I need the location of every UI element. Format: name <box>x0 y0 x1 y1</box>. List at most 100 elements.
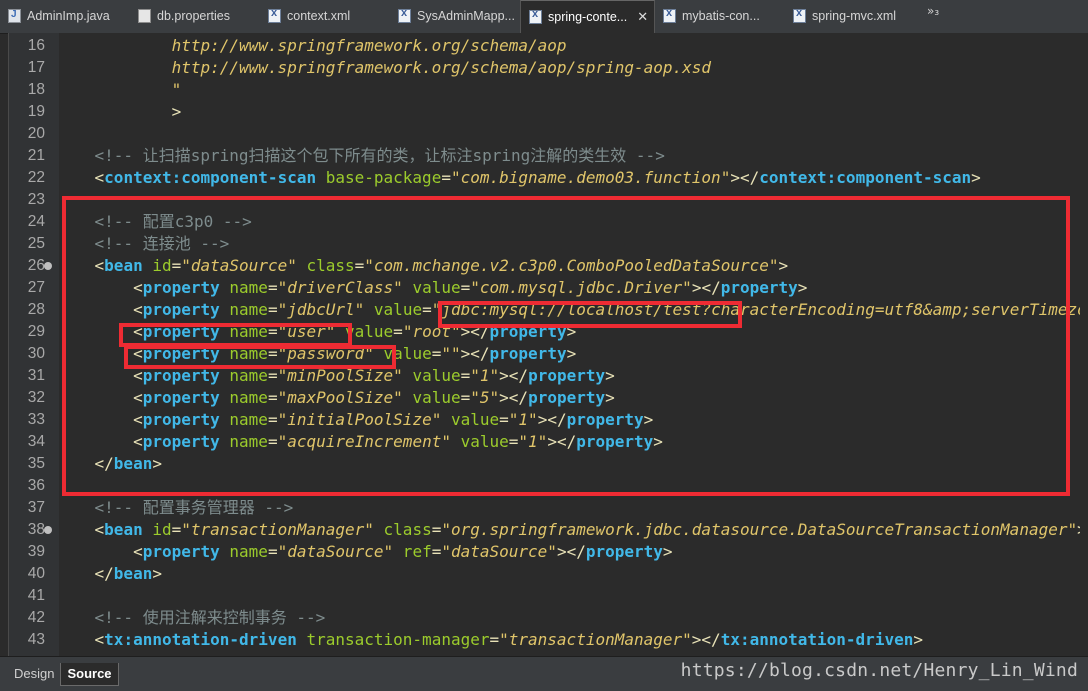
token: <!-- 让扫描spring扫描这个包下所有的类，让标注spring注解的类生效… <box>94 146 665 165</box>
token: = <box>431 520 442 539</box>
token: base-package <box>316 168 442 187</box>
code-text: http://www.springframework.org/schema/ao… <box>56 57 711 79</box>
code-line: 39 <property name="dataSource" ref="data… <box>9 541 1081 563</box>
tab-context-xml[interactable]: context.xml <box>260 0 390 31</box>
token: http://www.springframework.org/schema/ao… <box>171 36 567 55</box>
highlight-box-user <box>119 323 352 347</box>
token: property <box>142 542 220 561</box>
token: = <box>431 542 442 561</box>
token: bean <box>113 564 153 583</box>
token: = <box>489 630 500 649</box>
line-number: 39 <box>27 543 45 560</box>
token: "dataSource" <box>277 542 394 561</box>
token: id <box>142 520 172 539</box>
tab-adminimp-java[interactable]: AdminImp.java <box>0 0 130 31</box>
xml-file-icon <box>529 8 542 24</box>
tab-db-properties[interactable]: db.properties <box>130 0 260 31</box>
code-line: 43 <tx:annotation-driven transaction-man… <box>9 629 1081 651</box>
line-number: 30 <box>27 345 45 362</box>
tab-sysadminmapp[interactable]: SysAdminMapp... <box>390 0 520 31</box>
highlight-box-jdbc-url <box>438 301 742 328</box>
tab-label: AdminImp.java <box>27 8 110 23</box>
tab-label: context.xml <box>287 8 351 23</box>
vertical-scrollbar[interactable] <box>1080 33 1088 656</box>
xml-file-icon <box>268 7 281 23</box>
token: context:component-scan <box>759 168 972 187</box>
line-number: 23 <box>27 191 45 208</box>
line-number: 27 <box>27 279 45 296</box>
tab-label: spring-mvc.xml <box>812 8 897 23</box>
token: ></ <box>556 542 586 561</box>
token: ref <box>393 542 432 561</box>
tab-spring-mvc-xml[interactable]: spring-mvc.xml <box>785 0 915 31</box>
code-line: 38 <bean id="transactionManager" class="… <box>9 519 1081 541</box>
java-file-icon <box>8 8 21 23</box>
tab-spring-conte[interactable]: spring-conte... ✕ <box>520 0 655 33</box>
token: > <box>913 630 923 649</box>
line-number: 33 <box>27 411 45 428</box>
token: tx:annotation-driven <box>720 630 914 649</box>
line-number: 34 <box>27 433 45 450</box>
code-text: " <box>56 79 182 101</box>
line-number: 17 <box>27 59 45 76</box>
close-icon[interactable]: ✕ <box>637 9 648 25</box>
code-line: 17 http://www.springframework.org/schema… <box>9 57 1081 79</box>
code-line: 18 " <box>9 79 1081 101</box>
line-number: 40 <box>27 565 45 582</box>
tab-overflow-button[interactable]: »₃ <box>915 0 951 22</box>
token: <!-- 配置事务管理器 --> <box>94 498 294 517</box>
xml-file-icon <box>793 7 806 23</box>
fold-toggle-icon[interactable] <box>44 262 52 270</box>
fold-toggle-icon[interactable] <box>44 526 52 534</box>
token: transaction-manager <box>296 630 490 649</box>
code-text: > <box>56 101 182 123</box>
line-number: 21 <box>27 147 45 164</box>
line-number: 42 <box>27 609 45 626</box>
tab-source[interactable]: Source <box>60 662 119 686</box>
token: name <box>219 542 268 561</box>
code-text: <context:component-scan base-package="co… <box>56 167 981 189</box>
token: < <box>94 168 105 187</box>
token: "dataSource" <box>441 542 557 561</box>
line-number: 19 <box>27 103 45 120</box>
code-line: 21 <!-- 让扫描spring扫描这个包下所有的类，让标注spring注解的… <box>9 145 1081 167</box>
token: > <box>971 168 981 187</box>
code-text: <bean id="transactionManager" class="org… <box>56 519 1081 541</box>
token: = <box>171 520 182 539</box>
xml-file-icon <box>663 7 676 23</box>
code-text: </bean> <box>56 563 162 585</box>
token: property <box>585 542 663 561</box>
code-line: 37 <!-- 配置事务管理器 --> <box>9 497 1081 519</box>
code-line: 22 <context:component-scan base-package=… <box>9 167 1081 189</box>
properties-file-icon <box>138 8 151 23</box>
line-number: 24 <box>27 213 45 230</box>
line-number: 26 <box>27 257 45 274</box>
token: class <box>373 520 432 539</box>
token: tx:annotation-driven <box>104 630 297 649</box>
line-number: 22 <box>27 169 45 186</box>
token: context:component-scan <box>104 168 317 187</box>
code-line: 40 </bean> <box>9 563 1081 585</box>
token: > <box>152 564 162 583</box>
token: bean <box>104 520 143 539</box>
token: "transactionManager" <box>499 630 692 649</box>
token: " <box>171 80 182 99</box>
token: > <box>662 542 673 561</box>
code-line: 41 <box>9 585 1081 607</box>
tab-mybatis-con[interactable]: mybatis-con... <box>655 0 785 31</box>
code-line: 42 <!-- 使用注解来控制事务 --> <box>9 607 1081 629</box>
line-number: 36 <box>27 477 45 494</box>
line-number: 37 <box>27 499 45 516</box>
tab-design[interactable]: Design <box>8 663 60 685</box>
editor-tab-bar: AdminImp.java db.properties context.xml Sys… <box>0 0 1088 34</box>
line-number: 35 <box>27 455 45 472</box>
line-number: 28 <box>27 301 45 318</box>
